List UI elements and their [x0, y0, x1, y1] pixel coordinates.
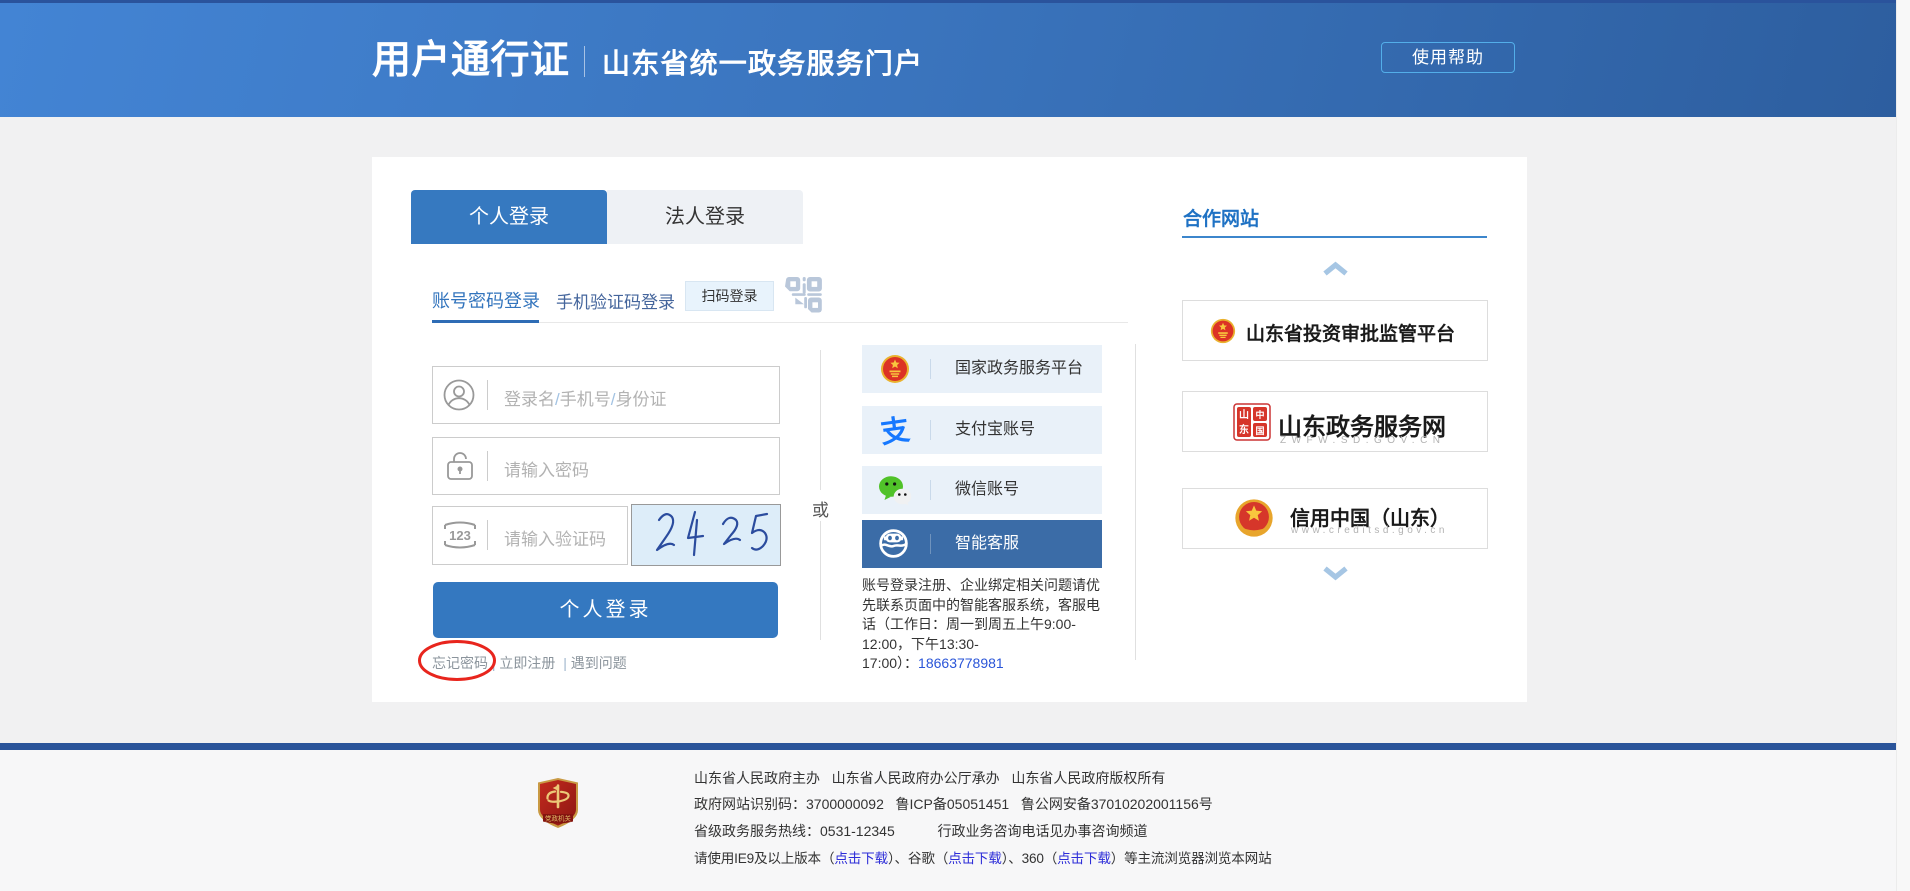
svg-text:国: 国: [1255, 426, 1264, 436]
svg-text:支: 支: [878, 414, 911, 448]
svg-text:123: 123: [449, 528, 471, 543]
svg-text:山: 山: [1239, 408, 1249, 421]
svg-text:中: 中: [1255, 409, 1264, 420]
svg-text:东: 东: [1239, 423, 1249, 436]
svg-text:党政机关: 党政机关: [545, 814, 572, 823]
